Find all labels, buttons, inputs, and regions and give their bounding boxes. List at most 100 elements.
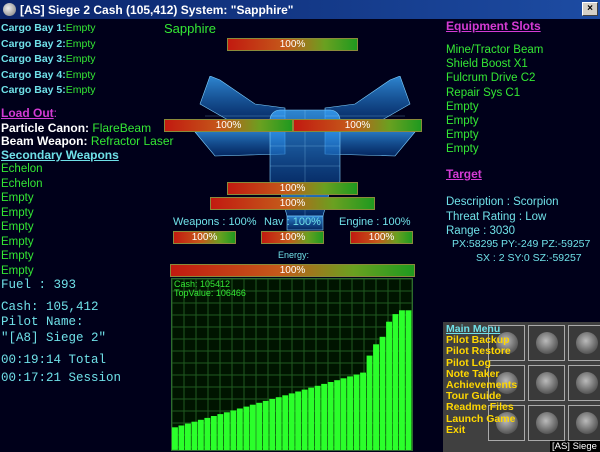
cash-bar (405, 310, 412, 450)
equipment-item: Fulcrum Drive C2 (446, 72, 536, 85)
cash-bar (308, 387, 315, 450)
list-item: Empty (1, 250, 34, 262)
status-label: [AS] Siege 2 (550, 441, 600, 452)
slot-icon[interactable] (528, 405, 565, 441)
cargo-bay-2: Cargo Bay 2:Empty (1, 37, 96, 50)
cash-bar (360, 372, 366, 450)
cash-bar (347, 376, 353, 450)
game-viewport: Cargo Bay 1:Empty Cargo Bay 2:Empty Carg… (0, 19, 600, 452)
mid-bar-2: 100% (210, 197, 375, 210)
cash-bar (288, 393, 295, 450)
target-position: PX:58295 PY:-249 PZ:-59257 SX : 2 SY:0 S… (452, 237, 590, 265)
equipment-item: Empty (446, 129, 479, 142)
equipment-header: Equipment Slots (446, 19, 541, 33)
cash-bar (379, 336, 386, 450)
menu-item-exit[interactable]: Exit (446, 424, 517, 436)
equipment-item: Empty (446, 115, 479, 128)
cargo-list: Cargo Bay 1:Empty Cargo Bay 2:Empty Carg… (1, 21, 96, 99)
slot-icon[interactable] (568, 325, 600, 361)
left-wing-bar: 100% (164, 119, 293, 132)
cash-bar (301, 389, 308, 450)
energy-label: Energy: (278, 250, 310, 260)
weapons-bar: 100% (173, 231, 236, 244)
cash-bar (321, 383, 328, 450)
slot-icon[interactable] (528, 325, 565, 361)
energy-bar: 100% (170, 264, 415, 277)
cash-bar (230, 410, 237, 450)
cash-bar (386, 321, 392, 450)
list-item: Empty (1, 206, 34, 219)
cash-bar (256, 402, 263, 450)
cash-bar (236, 408, 243, 450)
equipment-item: Mine/Tractor Beam (446, 44, 544, 56)
total-time: 00:19:14 Total (1, 353, 107, 367)
cash-bar (210, 416, 217, 450)
pilot-label: Pilot Name: (1, 315, 84, 329)
mid-bar-1: 100% (227, 182, 358, 195)
cash-readout: Cash: 105,412 (1, 300, 99, 314)
cash-bar (178, 425, 185, 450)
system-name: Sapphire (164, 21, 217, 36)
cash-bar (399, 310, 405, 450)
cargo-bay-3: Cargo Bay 3:Empty (1, 53, 96, 65)
cash-bar (191, 421, 198, 450)
cash-bar (366, 355, 373, 450)
target-info: Description : Scorpion Threat Rating : L… (446, 195, 559, 239)
cash-bar (223, 412, 230, 450)
list-item: Empty (1, 235, 34, 248)
equipment-item: Shield Boost X1 (446, 58, 528, 71)
cash-bar (334, 380, 341, 450)
cash-bar (204, 417, 211, 450)
cash-bar (353, 374, 360, 450)
secondary-header: Secondary Weapons (1, 148, 119, 162)
cash-bar (262, 400, 269, 450)
engine-label: Engine : 100% (339, 216, 411, 228)
app-icon (3, 3, 16, 16)
slot-icon[interactable] (528, 365, 565, 401)
menu-item-pilot-restore[interactable]: Pilot Restore (446, 346, 517, 357)
list-item: Echelon (1, 163, 43, 175)
cash-bar (373, 344, 379, 450)
nav-label: Nav : 100% (264, 216, 321, 228)
target-sector: SX : 2 SY:0 SZ:-59257 (476, 252, 582, 264)
menu-item-readme-files[interactable]: Readme Files (446, 402, 517, 413)
particle-canon: Particle Canon: FlareBeam (1, 121, 152, 135)
hull-bar: 100% (227, 38, 358, 51)
cash-bar (340, 378, 347, 450)
equipment-list: Mine/Tractor Beam Shield Boost X1 Fulcru… (446, 43, 543, 157)
beam-weapon: Beam Weapon: Refractor Laser (1, 134, 174, 148)
engine-bar: 100% (350, 231, 413, 244)
equipment-item: Empty (446, 100, 479, 113)
cash-bar (243, 406, 250, 450)
close-button[interactable]: × (582, 2, 598, 16)
equipment-item: Repair Sys C1 (446, 86, 521, 99)
target-header: Target (446, 167, 482, 181)
cash-bar (392, 314, 399, 450)
slot-icon[interactable] (568, 365, 600, 401)
secondary-list: Echelon Echelon Empty Empty Empty Empty … (1, 162, 43, 278)
cash-bar (269, 399, 276, 450)
slot-icon[interactable] (568, 405, 600, 441)
right-wing-bar: 100% (293, 119, 422, 132)
cash-bar (282, 395, 289, 450)
cash-bar (185, 423, 191, 450)
list-item: Empty (1, 264, 34, 277)
main-menu: Main Menu Pilot Backup Pilot Restore Pil… (446, 323, 517, 436)
pilot-name: "[A8] Siege 2" (1, 331, 107, 345)
fuel-readout: Fuel : 393 (1, 278, 77, 292)
graph-top-value-label: TopValue: 106466 (174, 288, 246, 298)
cash-bar (197, 419, 204, 450)
cash-graph: Cash: 105412 TopValue: 106466 (171, 278, 413, 451)
weapons-label: Weapons : 100% (173, 216, 257, 228)
title-bar: [AS] Siege 2 Cash (105,412) System: "Sap… (0, 0, 600, 19)
cash-bar (249, 404, 256, 450)
target-threat: Threat Rating : Low (446, 210, 547, 223)
cargo-bay-5: Cargo Bay 5:Empty (1, 84, 96, 96)
cash-bar (275, 397, 282, 450)
cargo-bay-1: Cargo Bay 1:Empty (1, 22, 96, 34)
cash-bar (327, 382, 334, 450)
cash-bar (217, 414, 224, 450)
session-time: 00:17:21 Session (1, 371, 122, 385)
target-pos: PX:58295 PY:-249 PZ:-59257 (452, 238, 591, 250)
equipment-item: Empty (446, 143, 479, 156)
